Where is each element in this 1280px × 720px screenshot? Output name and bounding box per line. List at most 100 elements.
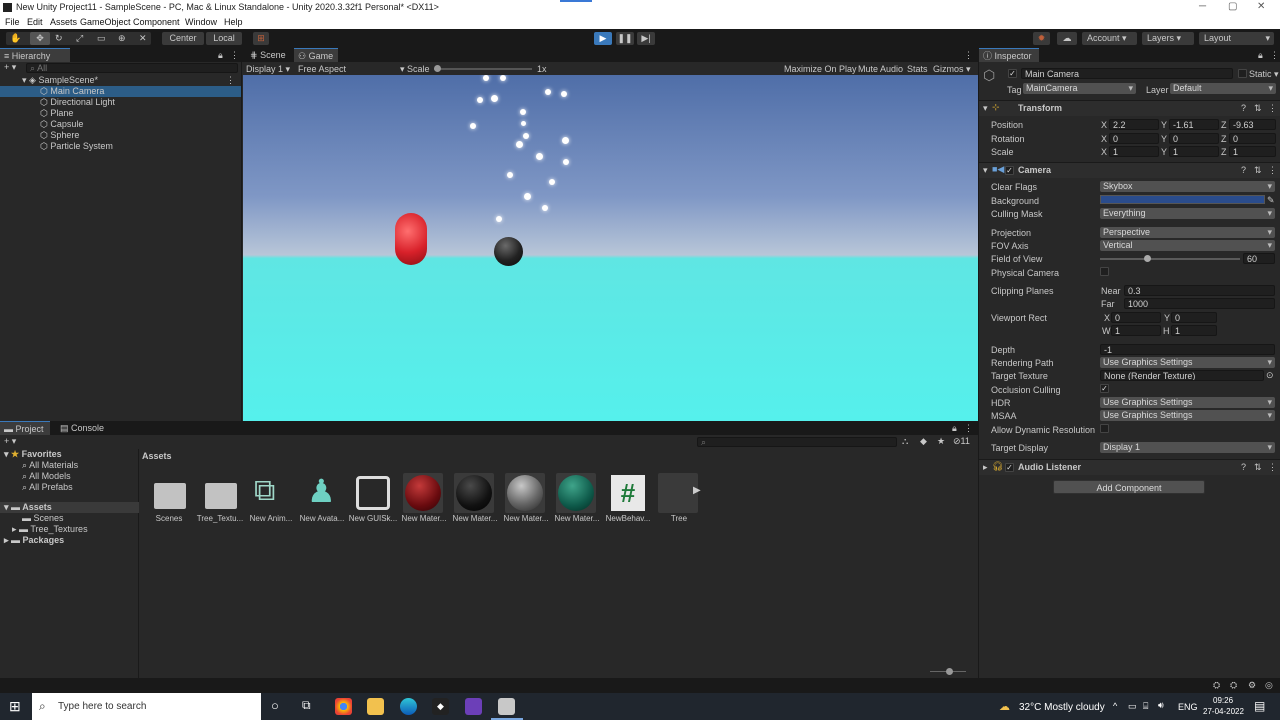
clock-time[interactable]: 09:26 [1213,696,1233,705]
scale-y-field[interactable]: 1 [1169,146,1219,157]
game-viewport[interactable] [243,75,978,421]
panel-menu-icon[interactable]: ⋮ [964,423,973,434]
network-icon[interactable]: ⌸ [1143,701,1148,712]
scale-x-field[interactable]: 1 [1109,146,1159,157]
language-indicator[interactable]: ENG [1178,702,1198,712]
visual-studio-icon[interactable] [465,698,482,715]
task-view-icon[interactable]: ⧉ [302,698,311,713]
pause-button[interactable]: ❚❚ [616,32,634,45]
tab-game[interactable]: ⚇ Game [294,48,338,62]
cache-server-icon[interactable]: ⛭ [1230,680,1237,691]
menu-component[interactable]: Component [133,17,180,27]
depth-field[interactable]: -1 [1100,344,1275,355]
transform-header[interactable]: ▾ ⊹ Transform ? ⇅ ⋮ [979,100,1280,116]
tray-chevron-icon[interactable]: ^ [1113,701,1117,711]
scale-slider-handle[interactable] [434,65,441,72]
component-menu-icon[interactable]: ⋮ [1268,103,1277,114]
tab-hierarchy[interactable]: ≡ Hierarchy [0,48,70,62]
assets-folder-item[interactable]: ▾ ▬ Assets [0,502,139,513]
component-menu-icon[interactable]: ⋮ [1268,165,1277,176]
component-menu-icon[interactable]: ⋮ [1268,462,1277,473]
unity-editor-icon[interactable] [498,698,515,715]
projection-dropdown[interactable]: Perspective [1100,227,1275,238]
windows-start-icon[interactable]: ⊞ [9,698,21,715]
scale-z-field[interactable]: 1 [1229,146,1276,157]
cloud-icon[interactable]: ☁ [1057,32,1077,45]
tab-scene[interactable]: ⋕ Scene [246,48,290,62]
rect-tool-icon[interactable]: ▭ [97,32,106,45]
fov-slider-handle[interactable] [1144,255,1151,262]
search-by-type-icon[interactable]: ⛬ [902,436,908,447]
dynamic-resolution-checkbox[interactable] [1100,424,1109,433]
hierarchy-item-directional-light[interactable]: ⬡ Directional Light [0,97,241,108]
hidden-packages-icon[interactable]: ⊘11 [953,436,970,447]
menu-edit[interactable]: Edit [27,17,43,27]
rotation-z-field[interactable]: 0 [1229,133,1276,144]
account-dropdown[interactable]: Account ▾ [1082,32,1137,45]
lock-icon[interactable]: 🔒︎ [952,423,957,434]
create-icon[interactable]: + ▾ [4,436,16,447]
viewport-y-field[interactable]: 0 [1171,312,1217,323]
rotate-tool-icon[interactable]: ↻ [55,32,63,45]
hierarchy-item-capsule[interactable]: ⬡ Capsule [0,119,241,130]
pivot-local-button[interactable]: Local [206,32,242,45]
viewport-w-field[interactable]: 1 [1111,325,1161,336]
hierarchy-item-plane[interactable]: ⬡ Plane [0,108,241,119]
tag-dropdown[interactable]: MainCamera [1023,83,1136,94]
fov-axis-dropdown[interactable]: Vertical [1100,240,1275,251]
foldout-icon[interactable]: ▾ [983,103,988,114]
mute-audio-toggle[interactable]: Mute Audio [858,63,903,75]
weather-icon[interactable]: ☁ [999,700,1010,713]
favorite-star-icon[interactable]: ★ [937,436,945,447]
audio-listener-header[interactable]: ▸ 🎧︎ ✓ Audio Listener ? ⇅ ⋮ [979,459,1280,475]
project-search-input[interactable]: ⌕ [697,437,897,447]
clear-flags-dropdown[interactable]: Skybox [1100,181,1275,192]
static-dropdown[interactable]: Static ▾ [1249,69,1279,80]
hierarchy-item-sphere[interactable]: ⬡ Sphere [0,130,241,141]
layout-dropdown[interactable]: Layout ▾ [1199,32,1274,45]
position-y-field[interactable]: -1.61 [1169,119,1219,130]
scene-menu-icon[interactable]: ⋮ [226,75,235,86]
panel-menu-icon[interactable]: ⋮ [1270,50,1279,61]
panel-menu-icon[interactable]: ⋮ [230,50,239,61]
presets-icon[interactable]: ⇅ [1254,103,1262,114]
occlusion-culling-checkbox[interactable]: ✓ [1100,384,1109,393]
add-icon[interactable]: + ▾ [4,62,16,73]
expand-arrow-icon[interactable]: ▶ [693,485,701,496]
scale-tool-icon[interactable]: ⤢ [76,32,83,45]
menu-gameobject[interactable]: GameObject [80,17,131,27]
active-checkbox[interactable]: ✓ [1008,69,1017,78]
display-dropdown[interactable]: Display 1 ▾ [246,63,290,75]
step-button[interactable]: ▶| [637,32,655,45]
menu-help[interactable]: Help [224,17,243,27]
background-color-swatch[interactable] [1100,195,1265,204]
grid-snap-icon[interactable]: ⊞ [253,32,269,45]
progress-icon[interactable]: ⛭ [1213,680,1220,691]
tab-project[interactable]: ▬ Project [0,421,50,435]
viewport-x-field[interactable]: 0 [1111,312,1161,323]
rotation-y-field[interactable]: 0 [1169,133,1219,144]
maximize-on-play-toggle[interactable]: Maximize On Play [784,63,857,75]
volume-icon[interactable]: 🔊︎ [1158,700,1164,711]
rendering-path-dropdown[interactable]: Use Graphics Settings [1100,357,1275,368]
camera-header[interactable]: ▾ ■◀ ✓ Camera ? ⇅ ⋮ [979,162,1280,178]
notifications-icon[interactable]: ▤ [1254,699,1265,713]
move-tool-icon[interactable]: ✥ [30,32,50,45]
target-display-dropdown[interactable]: Display 1 [1100,442,1275,453]
audio-listener-checkbox[interactable]: ✓ [1005,463,1014,472]
cortana-icon[interactable]: ○ [271,698,279,713]
clock-date[interactable]: 27-04-2022 [1203,707,1244,716]
camera-enabled-checkbox[interactable]: ✓ [1005,166,1014,175]
menu-assets[interactable]: Assets [50,17,77,27]
viewport-h-field[interactable]: 1 [1171,325,1217,336]
foldout-icon[interactable]: ▸ [983,462,988,473]
lock-icon[interactable]: 🔒︎ [1258,50,1263,61]
aspect-dropdown[interactable]: Free Aspect ▾ [298,63,405,75]
near-field[interactable]: 0.3 [1124,285,1275,296]
fov-field[interactable]: 60 [1243,253,1275,264]
hierarchy-item-particle-system[interactable]: ⬡ Particle System [0,141,241,152]
menu-window[interactable]: Window [185,17,217,27]
tab-inspector[interactable]: ⓘ Inspector [979,48,1039,62]
layer-dropdown[interactable]: Default [1170,83,1276,94]
folder-scenes[interactable]: ▬ Scenes [22,513,64,524]
